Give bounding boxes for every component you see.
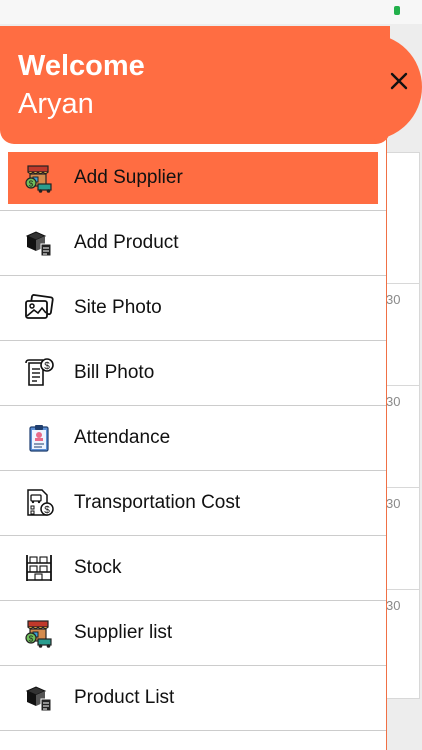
shelves-icon	[22, 551, 56, 585]
boxes-icon	[22, 226, 56, 260]
svg-text:$: $	[29, 180, 34, 189]
menu-item-bill-photo[interactable]: $ Bill Photo	[0, 341, 386, 406]
supplier-stall-icon: $	[22, 161, 56, 195]
status-bar	[0, 0, 422, 24]
transport-cost-icon: $	[22, 486, 56, 520]
bill-icon: $	[22, 356, 56, 390]
close-button[interactable]	[384, 66, 414, 96]
menu-item-add-product[interactable]: Add Product	[0, 211, 386, 276]
background-number: 30	[386, 598, 401, 613]
menu-item-product-list[interactable]: Product List	[0, 666, 386, 731]
menu-item-label: Add Product	[74, 232, 179, 253]
close-icon	[390, 72, 408, 90]
svg-text:$: $	[44, 505, 50, 516]
menu-item-label: Product List	[74, 687, 175, 708]
supplier-stall-icon: $	[22, 616, 56, 650]
menu-item-add-supplier[interactable]: $ Add Supplier	[0, 152, 386, 211]
menu-item-site-photo[interactable]: Site Photo	[0, 276, 386, 341]
background-number: 30	[386, 496, 401, 511]
menu-item-stock[interactable]: Stock	[0, 536, 386, 601]
menu-item-label: Transportation Cost	[74, 492, 241, 513]
menu-item-label: Attendance	[74, 427, 171, 448]
drawer-menu: $ Add Supplier Add Product Site Photo $ …	[0, 152, 386, 731]
welcome-text: Welcome	[18, 50, 145, 82]
menu-item-label: Bill Photo	[74, 362, 155, 383]
boxes-icon	[22, 681, 56, 715]
menu-item-transportation-cost[interactable]: $ Transportation Cost	[0, 471, 386, 536]
user-name: Aryan	[18, 88, 94, 120]
menu-item-supplier-list[interactable]: $ Supplier list	[0, 601, 386, 666]
menu-item-label: Site Photo	[74, 297, 162, 318]
svg-text:$: $	[29, 635, 34, 644]
clipboard-icon	[22, 421, 56, 455]
drawer-header: Welcome Aryan	[0, 26, 422, 144]
background-number: 30	[386, 292, 401, 307]
svg-text:$: $	[44, 361, 50, 372]
photo-icon	[22, 291, 56, 325]
menu-item-label: Add Supplier	[74, 167, 183, 188]
background-number: 30	[386, 394, 401, 409]
menu-item-attendance[interactable]: Attendance	[0, 406, 386, 471]
menu-item-label: Stock	[74, 557, 122, 578]
menu-item-label: Supplier list	[74, 622, 173, 643]
navigation-drawer: Welcome Aryan $ Add Supplier Add Product…	[0, 26, 422, 750]
battery-icon	[394, 6, 400, 15]
